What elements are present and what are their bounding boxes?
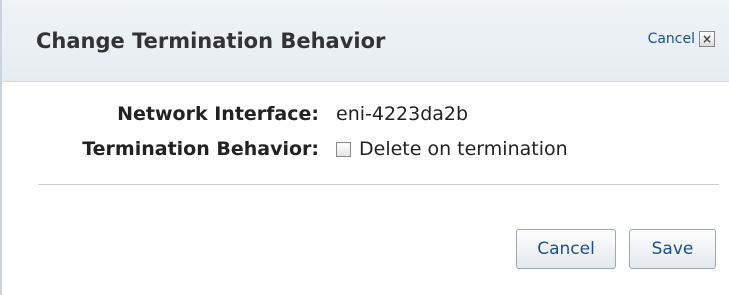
termination-behavior-row: Termination Behavior: Delete on terminat… [2, 138, 729, 168]
dialog-header: Change Termination Behavior Cancel × [2, 0, 729, 82]
network-interface-value: eni-4223da2b [336, 103, 469, 125]
delete-on-termination-label[interactable]: Delete on termination [359, 138, 568, 160]
dialog-title: Change Termination Behavior [36, 29, 386, 53]
delete-on-termination-checkbox[interactable] [336, 141, 351, 157]
divider [38, 184, 719, 185]
save-button[interactable]: Save [629, 229, 716, 269]
close-icon[interactable]: × [699, 31, 715, 47]
cancel-button[interactable]: Cancel [516, 229, 616, 269]
network-interface-row: Network Interface: eni-4223da2b [2, 103, 729, 133]
network-interface-label: Network Interface: [117, 103, 319, 125]
termination-behavior-control: Delete on termination [336, 138, 568, 160]
change-termination-dialog: Change Termination Behavior Cancel × Net… [0, 0, 729, 295]
header-cancel-button[interactable]: Cancel × [648, 31, 715, 47]
termination-behavior-label: Termination Behavior: [82, 138, 319, 160]
header-cancel-label[interactable]: Cancel [648, 31, 695, 47]
